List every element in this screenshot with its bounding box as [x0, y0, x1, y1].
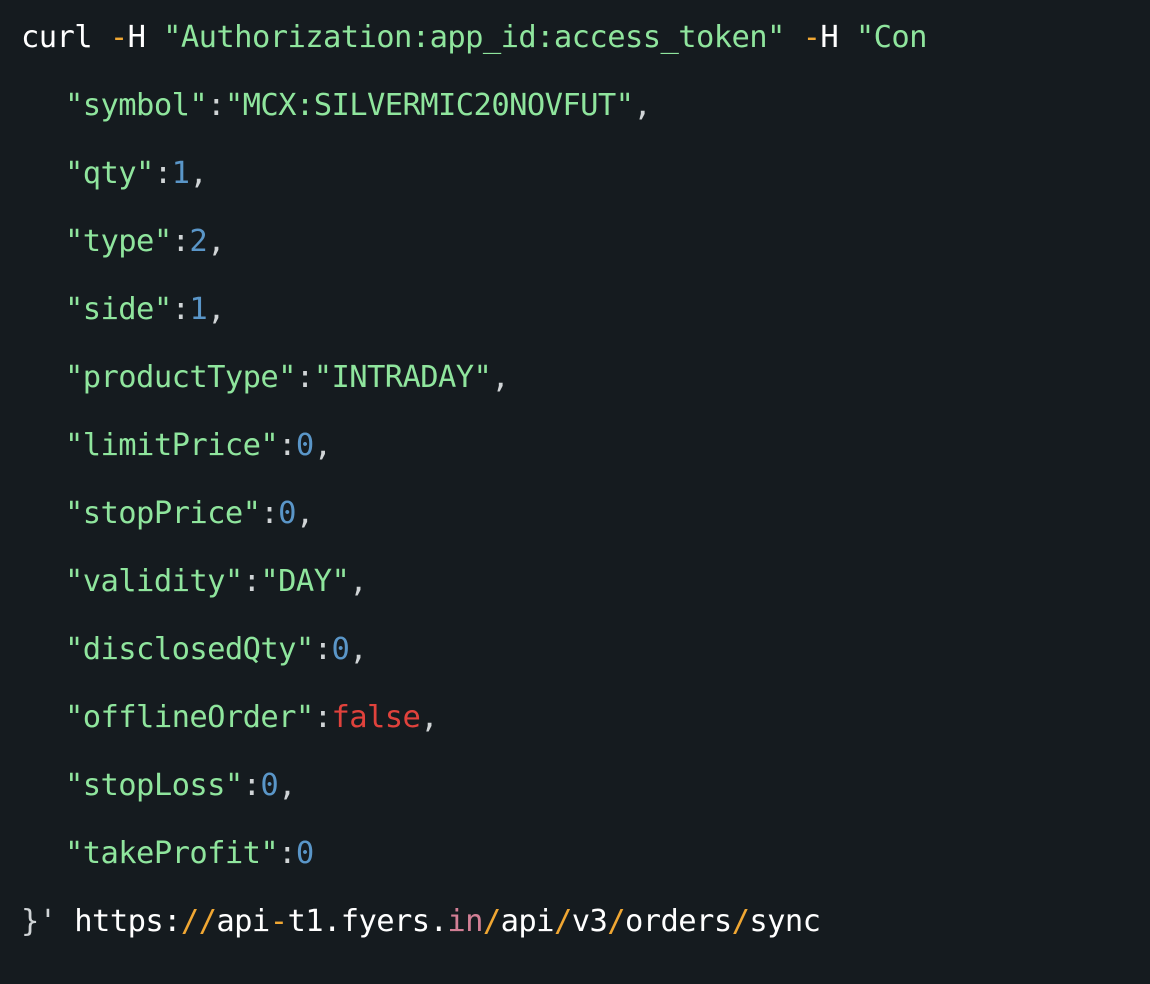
json-colon: : — [207, 88, 225, 123]
json-key: "takeProfit" — [65, 836, 279, 871]
json-value: 0 — [295, 428, 314, 463]
json-comma: , — [207, 292, 225, 327]
json-value: 2 — [189, 224, 208, 259]
header-flag-dash: - — [109, 20, 128, 55]
json-key: "qty" — [65, 156, 154, 191]
json-colon: : — [295, 360, 314, 395]
json-key: "disclosedQty" — [65, 632, 314, 667]
header-flag-dash: - — [802, 20, 821, 55]
json-comma: , — [278, 768, 296, 803]
url-scheme: https: — [74, 904, 181, 939]
json-colon: : — [278, 836, 296, 871]
json-comma: , — [189, 156, 208, 191]
header-flag-name: H — [127, 20, 146, 55]
json-colon: : — [242, 768, 261, 803]
json-value: "MCX:SILVERMIC20NOVFUT" — [224, 88, 634, 123]
url-segment: v3 — [571, 904, 608, 939]
url-segment: api — [216, 904, 270, 939]
url-segment: in — [447, 904, 483, 939]
json-value: "INTRADAY" — [313, 360, 492, 395]
header-flag-name: H — [820, 20, 839, 55]
json-value: 1 — [189, 292, 208, 327]
url-segment: orders — [625, 904, 732, 939]
json-colon: : — [242, 564, 261, 599]
url-segment: t1.fyers. — [287, 904, 448, 939]
json-comma: , — [313, 428, 332, 463]
json-comma: , — [207, 224, 225, 259]
json-field-line: "limitPrice":0, — [65, 412, 332, 480]
json-key: "stopPrice" — [65, 496, 261, 531]
json-key: "offlineOrder" — [65, 700, 314, 735]
json-value: "DAY" — [260, 564, 350, 599]
json-comma: , — [295, 496, 314, 531]
json-comma: , — [349, 632, 367, 667]
curl-command: curl — [21, 20, 93, 55]
json-field-line: "stopLoss":0, — [65, 752, 297, 820]
json-field-line: "stopPrice":0, — [65, 480, 314, 548]
url-separator: - — [269, 904, 288, 939]
json-colon: : — [313, 632, 332, 667]
json-field-line: "takeProfit":0 — [65, 820, 314, 888]
json-value: 0 — [331, 632, 350, 667]
content-type-header-truncated: "Con — [855, 20, 928, 55]
url-separator: / — [482, 904, 501, 939]
json-field-line: "validity":"DAY", — [65, 548, 368, 616]
json-key: "symbol" — [65, 88, 208, 123]
authorization-header: "Authorization:app_id:access_token" — [163, 20, 785, 55]
json-colon: : — [278, 428, 296, 463]
json-field-line: "symbol":"MCX:SILVERMIC20NOVFUT", — [65, 72, 652, 140]
url-separator: / — [553, 904, 572, 939]
json-key: "productType" — [65, 360, 297, 395]
code-block: curl -H "Authorization:app_id:access_tok… — [0, 0, 1150, 984]
json-colon: : — [313, 700, 332, 735]
json-field-line: "qty":1, — [65, 140, 208, 208]
url-separator: // — [180, 904, 217, 939]
json-field-line: "offlineOrder":false, — [65, 684, 439, 752]
json-key: "side" — [65, 292, 172, 327]
endpoint-url: https://api-t1.fyers.in/api/v3/orders/sy… — [74, 904, 821, 939]
json-value: false — [331, 700, 421, 735]
url-segment: api — [500, 904, 555, 939]
json-field-line: "disclosedQty":0, — [65, 616, 368, 684]
json-value: 0 — [260, 768, 279, 803]
json-comma: , — [491, 360, 510, 395]
json-comma: , — [420, 700, 439, 735]
json-key: "type" — [65, 224, 172, 259]
json-comma: , — [349, 564, 367, 599]
json-comma: , — [633, 88, 652, 123]
json-closing-brace: }' — [21, 904, 57, 939]
json-colon: : — [171, 292, 190, 327]
json-colon: : — [171, 224, 190, 259]
code-line-curl-command: curl -H "Authorization:app_id:access_tok… — [21, 4, 1111, 72]
json-key: "validity" — [65, 564, 243, 599]
json-value: 0 — [278, 496, 296, 531]
url-segment: sync — [749, 904, 821, 939]
json-colon: : — [260, 496, 279, 531]
url-separator: / — [731, 904, 750, 939]
json-field-line: "productType":"INTRADAY", — [65, 344, 510, 412]
json-field-line: "type":2, — [65, 208, 225, 276]
json-value: 0 — [295, 836, 314, 871]
json-value: 1 — [171, 156, 190, 191]
url-separator: / — [607, 904, 625, 939]
json-key: "limitPrice" — [65, 428, 279, 463]
code-line-closing-url: }' https://api-t1.fyers.in/api/v3/orders… — [21, 888, 821, 956]
json-field-line: "side":1, — [65, 276, 225, 344]
json-key: "stopLoss" — [65, 768, 243, 803]
json-colon: : — [153, 156, 172, 191]
